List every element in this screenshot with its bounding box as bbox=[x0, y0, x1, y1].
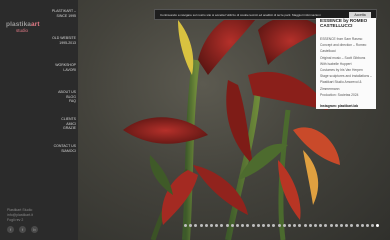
gallery-dot[interactable] bbox=[314, 224, 317, 227]
gallery-dot[interactable] bbox=[303, 224, 307, 227]
menu-item-label: SINCE 1995 bbox=[56, 13, 76, 18]
gallery-dot[interactable] bbox=[308, 224, 312, 227]
menu-item-5[interactable]: CLIENTS AMICI GRAZIE bbox=[38, 117, 76, 131]
instagram-link[interactable]: Instagram: plastikart.lab bbox=[320, 104, 358, 108]
gallery-dot[interactable] bbox=[355, 224, 359, 227]
gallery-dot[interactable] bbox=[230, 224, 234, 227]
project-info-line: Concept and direction – Romeo bbox=[320, 43, 367, 48]
menu-item-label: GRAZIE bbox=[62, 126, 76, 131]
logo-name: plastika bbox=[6, 21, 32, 28]
menu-item-2[interactable]: OLD WEBSITE 1995-2013 bbox=[38, 36, 76, 45]
project-info-panel: ESSENCE by ROMEO CASTELLUCCI ESSENCE fro… bbox=[316, 18, 376, 109]
gallery-dot[interactable] bbox=[210, 224, 213, 227]
project-info-line: ESSENCE from Sam Rasmo bbox=[320, 37, 363, 41]
social-icon-3[interactable]: b bbox=[31, 226, 38, 233]
menu-item-1[interactable]: PLASTIKART – SINCE 1995 bbox=[38, 9, 76, 18]
menu-item-label: SIAMOCI bbox=[61, 148, 76, 153]
gallery-dot[interactable] bbox=[256, 224, 260, 227]
project-info-line: Plastikart Studio Amorevol & bbox=[320, 80, 362, 85]
project-info-line: Stage sculptures and installations – bbox=[320, 74, 372, 79]
brand-logo[interactable]: plastikaart studio bbox=[6, 21, 40, 33]
gallery-dot[interactable] bbox=[329, 224, 333, 227]
project-info-line: With Isabelle Huppert bbox=[320, 61, 352, 66]
social-icon-2[interactable]: f bbox=[19, 226, 26, 233]
gallery-dot[interactable] bbox=[251, 224, 255, 227]
gallery-dot[interactable] bbox=[340, 224, 343, 227]
project-title: ESSENCE by ROMEO CASTELLUCCI bbox=[320, 18, 368, 29]
footer-line-2: info@plastikart.it bbox=[7, 213, 33, 217]
gallery-dot[interactable] bbox=[262, 224, 265, 227]
footer-line-1: Plastikart Studio bbox=[7, 208, 33, 212]
project-info-line: Production: Societas 2024 bbox=[320, 92, 359, 97]
footer-line-3: Fogli rev 2 bbox=[7, 218, 24, 222]
menu-item-label: FAQ bbox=[68, 99, 76, 104]
logo-sub: studio bbox=[16, 28, 29, 33]
gallery-dot[interactable] bbox=[236, 224, 239, 227]
menu-item-label: 1995-2013 bbox=[59, 40, 76, 45]
project-info-line: Costumes by Iris Van Herpen bbox=[320, 68, 363, 72]
project-info-line: Castellucci bbox=[320, 49, 336, 54]
logo-name-accent: art bbox=[31, 21, 40, 28]
gallery-dot[interactable] bbox=[282, 224, 286, 227]
gallery-dot[interactable] bbox=[288, 224, 291, 227]
sidebar: plastikaart studio PLASTIKART – SINCE 199… bbox=[0, 0, 78, 240]
menu-item-6[interactable]: CONTACT US SIAMOCI bbox=[38, 144, 76, 153]
project-info-line: Zimmermann bbox=[320, 86, 340, 91]
gallery-dot[interactable] bbox=[360, 224, 364, 227]
menu-item-4[interactable]: ABOUT US BLOG FAQ bbox=[38, 90, 76, 104]
facebook-icon[interactable]: f bbox=[7, 226, 14, 233]
project-info-line: Original music – Scott Gibbons bbox=[320, 55, 366, 60]
gallery-dot[interactable] bbox=[277, 224, 281, 227]
gallery-dot[interactable] bbox=[366, 224, 369, 227]
gallery-dot[interactable] bbox=[204, 224, 208, 227]
gallery-dot[interactable] bbox=[184, 224, 187, 227]
cookie-text: Continuando a navigare sul nostro sito s… bbox=[160, 13, 321, 17]
menu-item-3[interactable]: WORKSHOP LAVORI bbox=[38, 63, 76, 72]
gallery-dot[interactable] bbox=[334, 224, 338, 227]
menu-item-label: LAVORI bbox=[63, 67, 76, 72]
gallery-dot[interactable] bbox=[199, 224, 203, 227]
gallery-dot[interactable] bbox=[225, 224, 229, 227]
